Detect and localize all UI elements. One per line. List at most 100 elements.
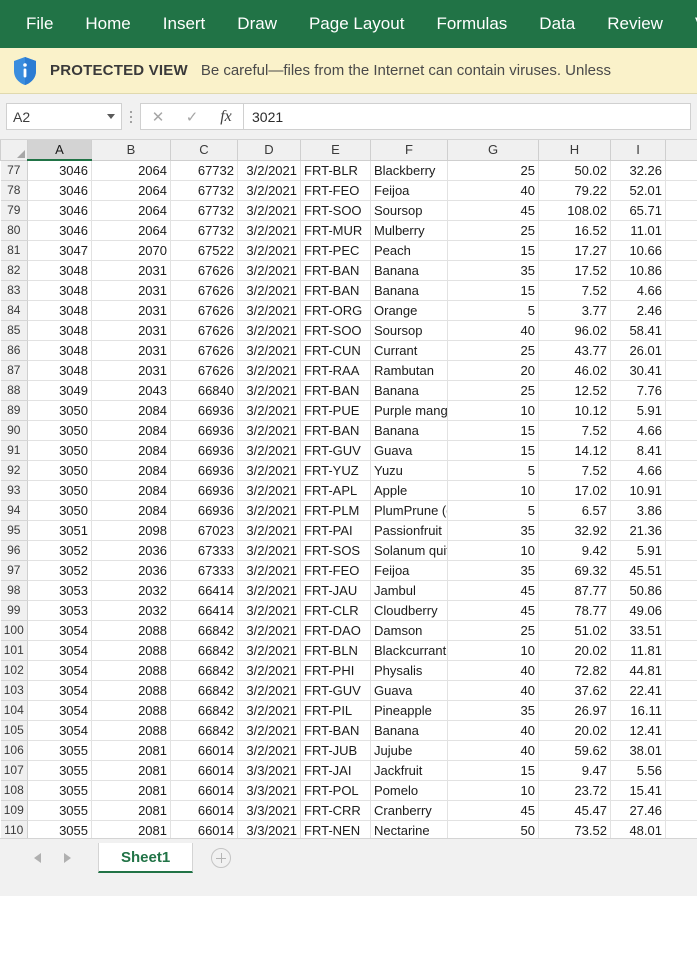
row-header-99[interactable]: 99 (0, 600, 28, 621)
cell-F82[interactable]: Banana (370, 260, 448, 281)
cell-B90[interactable]: 2084 (91, 420, 171, 441)
cell-filler[interactable] (665, 400, 697, 421)
row-header-107[interactable]: 107 (0, 760, 28, 781)
cell-A93[interactable]: 3050 (27, 480, 92, 501)
cell-D91[interactable]: 3/2/2021 (237, 440, 301, 461)
cell-C107[interactable]: 66014 (170, 760, 238, 781)
cell-E78[interactable]: FRT-FEO (300, 180, 371, 201)
cell-filler[interactable] (665, 700, 697, 721)
cell-E97[interactable]: FRT-FEO (300, 560, 371, 581)
cell-I99[interactable]: 49.06 (610, 600, 666, 621)
cell-D94[interactable]: 3/2/2021 (237, 500, 301, 521)
table-row[interactable]: 95 3051 2098 67023 3/2/2021 FRT-PAI Passionfru… (0, 520, 697, 541)
cell-C77[interactable]: 67732 (170, 160, 238, 181)
cell-A88[interactable]: 3049 (27, 380, 92, 401)
cell-F78[interactable]: Feijoa (370, 180, 448, 201)
cell-C104[interactable]: 66842 (170, 700, 238, 721)
cell-H106[interactable]: 59.62 (538, 740, 611, 761)
cell-I80[interactable]: 11.01 (610, 220, 666, 241)
cell-filler[interactable] (665, 240, 697, 261)
cell-H82[interactable]: 17.52 (538, 260, 611, 281)
table-row[interactable]: 79 3046 2064 67732 3/2/2021 FRT-SOO Soursop 45 1… (0, 200, 697, 221)
cell-H77[interactable]: 50.02 (538, 160, 611, 181)
cell-I79[interactable]: 65.71 (610, 200, 666, 221)
cell-A90[interactable]: 3050 (27, 420, 92, 441)
cell-D102[interactable]: 3/2/2021 (237, 660, 301, 681)
cell-G109[interactable]: 45 (447, 800, 539, 821)
cell-B79[interactable]: 2064 (91, 200, 171, 221)
cell-G91[interactable]: 15 (447, 440, 539, 461)
cell-I106[interactable]: 38.01 (610, 740, 666, 761)
row-header-106[interactable]: 106 (0, 740, 28, 761)
sheet-tab-sheet1[interactable]: Sheet1 (98, 843, 194, 873)
cell-D89[interactable]: 3/2/2021 (237, 400, 301, 421)
cell-A96[interactable]: 3052 (27, 540, 92, 561)
row-header-83[interactable]: 83 (0, 280, 28, 301)
cell-H91[interactable]: 14.12 (538, 440, 611, 461)
row-header-101[interactable]: 101 (0, 640, 28, 661)
cell-filler[interactable] (665, 760, 697, 781)
cell-I109[interactable]: 27.46 (610, 800, 666, 821)
cell-filler[interactable] (665, 620, 697, 641)
cell-filler[interactable] (665, 380, 697, 401)
cell-G81[interactable]: 15 (447, 240, 539, 261)
row-header-80[interactable]: 80 (0, 220, 28, 241)
cell-D92[interactable]: 3/2/2021 (237, 460, 301, 481)
column-header-E[interactable]: E (300, 140, 371, 161)
cell-G84[interactable]: 5 (447, 300, 539, 321)
table-row[interactable]: 106 3055 2081 66014 3/2/2021 FRT-JUB Jujube 40 5… (0, 740, 697, 761)
cell-B96[interactable]: 2036 (91, 540, 171, 561)
ribbon-tab-data[interactable]: Data (523, 0, 591, 48)
cell-D84[interactable]: 3/2/2021 (237, 300, 301, 321)
table-row[interactable]: 91 3050 2084 66936 3/2/2021 FRT-GUV Guava 15 14.… (0, 440, 697, 461)
table-row[interactable]: 93 3050 2084 66936 3/2/2021 FRT-APL Apple 10 17.… (0, 480, 697, 501)
cell-D104[interactable]: 3/2/2021 (237, 700, 301, 721)
cell-A86[interactable]: 3048 (27, 340, 92, 361)
table-row[interactable]: 98 3053 2032 66414 3/2/2021 FRT-JAU Jambul 45 87… (0, 580, 697, 601)
cell-G107[interactable]: 15 (447, 760, 539, 781)
cell-F92[interactable]: Yuzu (370, 460, 448, 481)
cell-filler[interactable] (665, 520, 697, 541)
cell-F79[interactable]: Soursop (370, 200, 448, 221)
cell-G87[interactable]: 20 (447, 360, 539, 381)
cell-B104[interactable]: 2088 (91, 700, 171, 721)
cell-F95[interactable]: Passionfruit (370, 520, 448, 541)
cell-H78[interactable]: 79.22 (538, 180, 611, 201)
cell-C83[interactable]: 67626 (170, 280, 238, 301)
cell-E98[interactable]: FRT-JAU (300, 580, 371, 601)
cell-A95[interactable]: 3051 (27, 520, 92, 541)
cell-E85[interactable]: FRT-SOO (300, 320, 371, 341)
cell-filler[interactable] (665, 280, 697, 301)
cell-C102[interactable]: 66842 (170, 660, 238, 681)
cell-G90[interactable]: 15 (447, 420, 539, 441)
cell-F109[interactable]: Cranberry (370, 800, 448, 821)
cell-B86[interactable]: 2031 (91, 340, 171, 361)
cell-G103[interactable]: 40 (447, 680, 539, 701)
cell-G78[interactable]: 40 (447, 180, 539, 201)
cell-filler[interactable] (665, 220, 697, 241)
table-row[interactable]: 90 3050 2084 66936 3/2/2021 FRT-BAN Banana 15 7.… (0, 420, 697, 441)
cell-F89[interactable]: Purple mangosteen (370, 400, 448, 421)
cell-filler[interactable] (665, 460, 697, 481)
row-header-82[interactable]: 82 (0, 260, 28, 281)
cell-C95[interactable]: 67023 (170, 520, 238, 541)
cell-E107[interactable]: FRT-JAI (300, 760, 371, 781)
column-header-A[interactable]: A (27, 140, 92, 161)
cell-E77[interactable]: FRT-BLR (300, 160, 371, 181)
cell-filler[interactable] (665, 780, 697, 801)
cell-B89[interactable]: 2084 (91, 400, 171, 421)
cell-D109[interactable]: 3/3/2021 (237, 800, 301, 821)
cell-H87[interactable]: 46.02 (538, 360, 611, 381)
cell-D87[interactable]: 3/2/2021 (237, 360, 301, 381)
row-header-84[interactable]: 84 (0, 300, 28, 321)
cell-B108[interactable]: 2081 (91, 780, 171, 801)
cell-C106[interactable]: 66014 (170, 740, 238, 761)
cell-A99[interactable]: 3053 (27, 600, 92, 621)
row-header-102[interactable]: 102 (0, 660, 28, 681)
cell-filler[interactable] (665, 260, 697, 281)
cell-C90[interactable]: 66936 (170, 420, 238, 441)
cell-G88[interactable]: 25 (447, 380, 539, 401)
cell-G92[interactable]: 5 (447, 460, 539, 481)
cell-F99[interactable]: Cloudberry (370, 600, 448, 621)
cell-G79[interactable]: 45 (447, 200, 539, 221)
